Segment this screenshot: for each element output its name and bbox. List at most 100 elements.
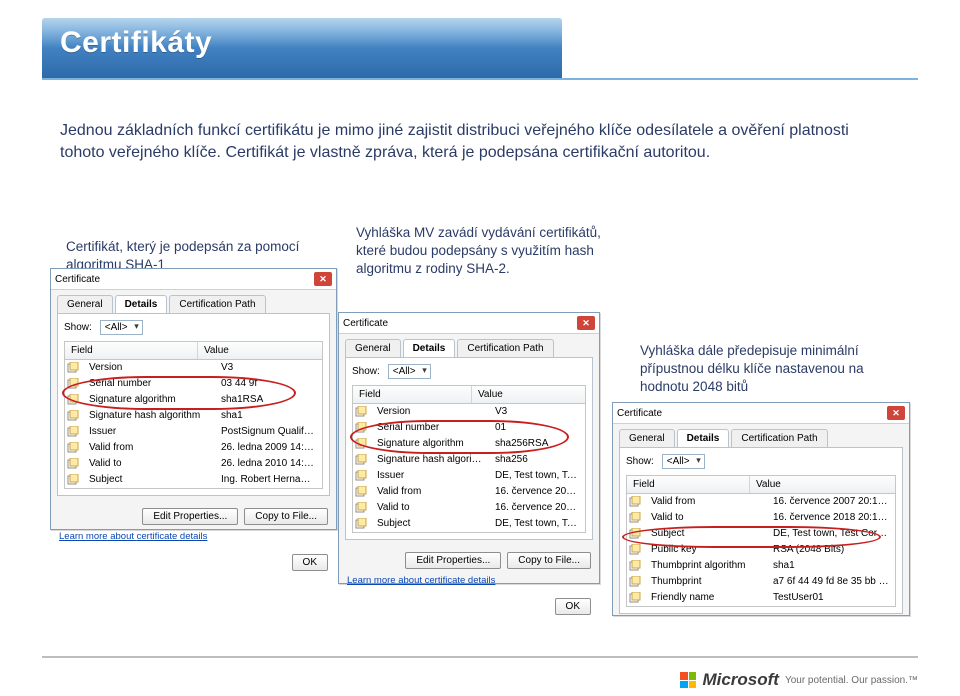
tab-details[interactable]: Details <box>115 295 168 313</box>
details-grid[interactable]: Field Value VersionV3Serial number03 44 … <box>64 341 323 489</box>
titlebar[interactable]: Certificate ✕ <box>51 269 336 290</box>
field-value: RSA (2048 Bits) <box>767 542 895 558</box>
field-value: 16. července 2007 20:13:11 <box>489 484 585 500</box>
table-row[interactable]: Valid to16. července 2018 20:13:11 <box>353 500 585 516</box>
table-row[interactable]: Valid from16. července 2007 20:13:11 <box>353 484 585 500</box>
tab-general[interactable]: General <box>619 429 675 447</box>
table-row[interactable]: Thumbprinta7 6f 44 49 fd 8e 35 bb d2 cb … <box>627 574 895 590</box>
table-row[interactable]: Thumbprint algorithmsha1 <box>627 558 895 574</box>
certificate-dialog-1: Certificate ✕ General Details Certificat… <box>50 268 337 530</box>
table-row[interactable]: Signature algorithmsha1RSA <box>65 392 322 408</box>
tab-general[interactable]: General <box>57 295 113 313</box>
table-row[interactable]: IssuerPostSignum Qualified CA, Česk... <box>65 424 322 440</box>
field-name: Issuer <box>371 468 489 484</box>
field-icon <box>353 436 371 452</box>
field-value: 26. ledna 2010 14:42:18 <box>215 456 322 472</box>
field-name: Valid from <box>645 494 767 510</box>
table-row[interactable]: IssuerDE, Test town, Test Corp., Te... <box>353 468 585 484</box>
show-select[interactable]: <All> <box>388 364 431 379</box>
title-banner: Certifikáty <box>42 18 562 78</box>
tab-details[interactable]: Details <box>677 429 730 447</box>
tab-general[interactable]: General <box>345 339 401 357</box>
field-icon <box>353 500 371 516</box>
copy-to-file-button[interactable]: Copy to File... <box>507 552 591 569</box>
table-row[interactable]: SubjectIng. Robert Hernady, 1, Ing... <box>65 472 322 488</box>
col-field: Field <box>65 342 198 359</box>
tab-details[interactable]: Details <box>403 339 456 357</box>
show-select[interactable]: <All> <box>662 454 705 469</box>
close-icon[interactable]: ✕ <box>314 272 332 286</box>
details-grid[interactable]: Field Value Valid from16. července 2007 … <box>626 475 896 607</box>
field-name: Signature hash algorithm <box>83 408 215 424</box>
table-row[interactable]: Signature hash algorithmsha256 <box>353 452 585 468</box>
details-grid[interactable]: Field Value VersionV3Serial number01Sign… <box>352 385 586 533</box>
titlebar[interactable]: Certificate ✕ <box>613 403 909 424</box>
close-icon[interactable]: ✕ <box>577 316 595 330</box>
tabstrip: General Details Certification Path <box>339 334 599 357</box>
field-icon <box>65 392 83 408</box>
tabstrip: General Details Certification Path <box>613 424 909 447</box>
tab-cert-path[interactable]: Certification Path <box>169 295 265 313</box>
copy-to-file-button[interactable]: Copy to File... <box>244 508 328 525</box>
ok-button[interactable]: OK <box>555 598 591 615</box>
table-row[interactable]: Signature hash algorithmsha1 <box>65 408 322 424</box>
table-row[interactable]: Valid from26. ledna 2009 14:42:18 <box>65 440 322 456</box>
field-icon <box>65 424 83 440</box>
ok-button[interactable]: OK <box>292 554 328 571</box>
field-name: Serial number <box>83 376 215 392</box>
learn-prefix: Learn more about <box>59 531 137 542</box>
field-icon <box>627 574 645 590</box>
col-field: Field <box>353 386 472 403</box>
field-value: 16. července 2018 20:13:11 <box>489 500 585 516</box>
table-row[interactable]: SubjectDE, Test town, Test Corp., Te... <box>353 516 585 532</box>
field-value: sha256RSA <box>489 436 585 452</box>
edit-properties-button[interactable]: Edit Properties... <box>142 508 238 525</box>
field-icon <box>627 494 645 510</box>
edit-properties-button[interactable]: Edit Properties... <box>405 552 501 569</box>
field-icon <box>65 472 83 488</box>
field-name: Public key <box>645 542 767 558</box>
certificate-dialog-2: Certificate ✕ General Details Certificat… <box>338 312 600 584</box>
tab-cert-path[interactable]: Certification Path <box>457 339 553 357</box>
microsoft-logo: Microsoft Your potential. Our passion.™ <box>680 670 918 690</box>
table-row[interactable]: Serial number01 <box>353 420 585 436</box>
col-value: Value <box>198 342 322 359</box>
tab-cert-path[interactable]: Certification Path <box>731 429 827 447</box>
table-row[interactable]: Valid from16. července 2007 20:13:11 <box>627 494 895 510</box>
field-value: 03 44 9f <box>215 376 322 392</box>
field-icon <box>353 516 371 532</box>
field-name: Valid from <box>83 440 215 456</box>
table-row[interactable]: Friendly nameTestUser01 <box>627 590 895 606</box>
intro-paragraph: Jednou základních funkcí certifikátu je … <box>60 120 870 163</box>
table-row[interactable]: Serial number03 44 9f <box>65 376 322 392</box>
details-panel: Show: <All> Field Value Valid from16. če… <box>619 447 903 614</box>
titlebar[interactable]: Certificate ✕ <box>339 313 599 334</box>
field-icon <box>65 408 83 424</box>
field-name: Friendly name <box>645 590 767 606</box>
table-row[interactable]: Valid to26. ledna 2010 14:42:18 <box>65 456 322 472</box>
field-name: Version <box>83 360 215 376</box>
show-select-wrap: <All> <box>662 454 705 469</box>
learn-more-link[interactable]: Learn more about certificate details <box>51 531 336 548</box>
table-row[interactable]: Signature algorithmsha256RSA <box>353 436 585 452</box>
table-row[interactable]: VersionV3 <box>65 360 322 376</box>
field-icon <box>627 526 645 542</box>
field-name: Subject <box>371 516 489 532</box>
field-value: sha1 <box>215 408 322 424</box>
show-label: Show: <box>64 322 92 333</box>
learn-more-link[interactable]: Learn more about certificate details <box>339 575 599 592</box>
field-name: Signature algorithm <box>371 436 489 452</box>
close-icon[interactable]: ✕ <box>887 406 905 420</box>
details-panel: Show: <All> Field Value VersionV3Serial … <box>57 313 330 496</box>
field-icon <box>627 590 645 606</box>
field-name: Thumbprint algorithm <box>645 558 767 574</box>
table-row[interactable]: SubjectDE, Test town, Test Corp., Te... <box>627 526 895 542</box>
field-value: V3 <box>489 404 585 420</box>
table-row[interactable]: VersionV3 <box>353 404 585 420</box>
field-icon <box>65 360 83 376</box>
show-select[interactable]: <All> <box>100 320 143 335</box>
table-row[interactable]: Valid to16. července 2018 20:13:11 <box>627 510 895 526</box>
table-row[interactable]: Public keyRSA (2048 Bits) <box>627 542 895 558</box>
field-value: TestUser01 <box>767 590 895 606</box>
field-name: Issuer <box>83 424 215 440</box>
